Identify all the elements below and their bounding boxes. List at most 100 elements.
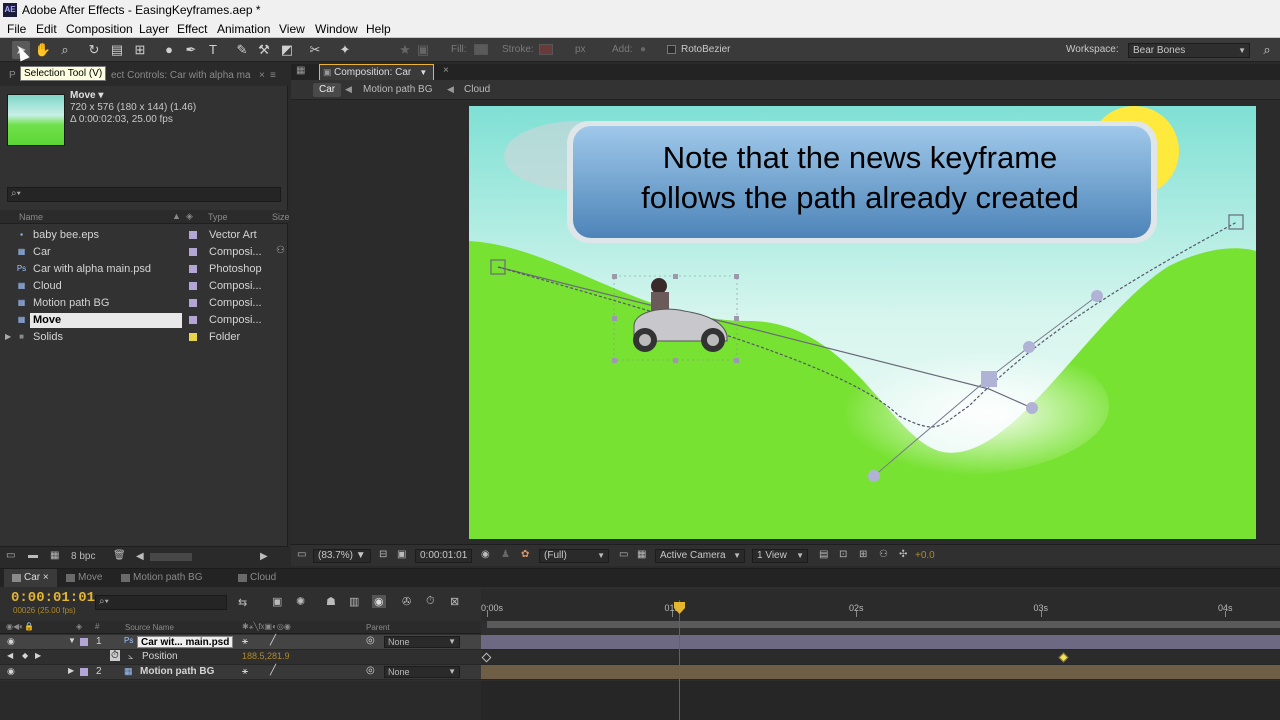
project-item[interactable]: Ps Car with alpha main.psd Photoshop (0, 261, 288, 278)
layer-label-color[interactable] (80, 668, 88, 676)
menu-edit[interactable]: Edit (36, 22, 57, 36)
layer-handle[interactable] (734, 274, 739, 279)
project-item-name[interactable]: Solids (30, 330, 182, 345)
chevron-right-icon[interactable]: ▶ (68, 666, 74, 675)
project-item[interactable]: ▶ ■ Solids Folder (0, 329, 288, 346)
project-item-name[interactable]: Cloud (30, 279, 182, 294)
breadcrumb-motion-path-bg[interactable]: Motion path BG (357, 83, 438, 97)
project-item[interactable]: ▦ Cloud Composi... (0, 278, 288, 295)
collapse-switch-icon[interactable]: ⚹ (242, 666, 248, 677)
show-snapshot-icon[interactable]: ♟ (501, 549, 510, 560)
pen-tool-icon[interactable]: ✒ (182, 41, 200, 59)
motion-blur-icon[interactable]: ◉ (372, 595, 386, 608)
panel-menu-icon[interactable]: ≡ (270, 70, 276, 81)
always-preview-icon[interactable]: ▭ (297, 549, 306, 560)
timeline-current-time[interactable]: 0:00:01:01 (11, 590, 95, 606)
label-color-swatch[interactable] (189, 265, 197, 273)
menu-window[interactable]: Window (315, 22, 358, 36)
panel-grip-icon[interactable]: ▦ (296, 65, 305, 76)
tab-timeline-car[interactable]: Car × (4, 569, 57, 587)
menu-layer[interactable]: Layer (139, 22, 169, 36)
tab-project[interactable]: P (9, 70, 16, 81)
project-item[interactable]: ▦ Motion path BG Composi... (0, 295, 288, 312)
workspace-select[interactable]: Bear Bones ▼ (1128, 43, 1250, 58)
parent-select[interactable]: None ▼ (384, 666, 460, 678)
chevron-down-icon[interactable]: ▼ (68, 636, 76, 645)
trash-icon[interactable]: 🗑 (113, 550, 126, 561)
chevron-down-icon[interactable]: ▼ (419, 66, 427, 79)
zoom-tool-icon[interactable]: ⌕ (56, 41, 74, 59)
ellipse-tool-icon[interactable]: ● (160, 41, 178, 59)
chevron-right-icon[interactable]: ▶ (5, 332, 11, 341)
project-item[interactable]: ▦ Car Composi... (0, 244, 288, 261)
layer-handle[interactable] (673, 358, 678, 363)
pan-behind-tool-icon[interactable]: ⊞ (131, 41, 149, 59)
property-row[interactable]: ◀ ◆ ▶ ⏱ ⦣ Position 188.5,281.9 (0, 650, 481, 665)
camera-view-select[interactable]: Active Camera ▼ (655, 549, 745, 563)
draft-3d-icon[interactable]: ✺ (296, 595, 305, 608)
label-color-swatch[interactable] (189, 316, 197, 324)
horizontal-scrollbar[interactable] (150, 553, 192, 561)
eye-icon[interactable]: ◉ (7, 666, 15, 677)
composition-canvas[interactable]: Note that the news keyframe follows the … (469, 106, 1256, 539)
menu-composition[interactable]: Composition (66, 22, 133, 36)
layer-label-color[interactable] (80, 638, 88, 646)
layer-handle[interactable] (734, 316, 739, 321)
brush-tool-icon[interactable]: ✎ (233, 41, 251, 59)
time-ruler[interactable]: 0:00s 01s 02s 03s 04s (481, 589, 1280, 621)
hand-tool-icon[interactable]: ✋ (34, 41, 52, 59)
layer-handle[interactable] (673, 274, 678, 279)
tab-timeline-motion-path-bg[interactable]: Motion path BG (113, 569, 210, 587)
tab-timeline-move[interactable]: Move (58, 569, 110, 587)
project-item-name[interactable]: Car (30, 245, 182, 260)
roto-brush-tool-icon[interactable]: ✂ (306, 41, 324, 59)
work-area-bar[interactable] (487, 621, 1280, 628)
layer-name[interactable]: Car wit... main.psd (137, 636, 234, 648)
keyframe-diamond[interactable] (1059, 652, 1069, 663)
exposure-value[interactable]: +0.0 (915, 550, 935, 561)
fill-swatch[interactable] (474, 44, 488, 55)
close-tab-icon[interactable]: × (259, 70, 265, 81)
camera-tool-icon[interactable]: ▤ (108, 41, 126, 59)
timeline-search-input[interactable]: ⌕▾ (95, 595, 227, 610)
puppet-tool-icon[interactable]: ✦ (336, 41, 354, 59)
collapse-switch-icon[interactable]: ⚹ (242, 636, 248, 647)
reset-exposure-icon[interactable]: ✣ (899, 549, 907, 560)
column-size[interactable]: Size (272, 212, 290, 222)
layer-handle[interactable] (612, 358, 617, 363)
stroke-swatch[interactable] (539, 44, 553, 55)
label-color-swatch[interactable] (189, 248, 197, 256)
timeline-icon[interactable]: ⊞ (859, 549, 867, 560)
rotobezier-checkbox[interactable] (667, 45, 676, 54)
prev-keyframe-icon[interactable]: ◀ (7, 651, 13, 660)
label-color-swatch[interactable] (189, 299, 197, 307)
region-of-interest-icon[interactable]: ▭ (619, 549, 628, 560)
new-folder-icon[interactable]: ▬ (28, 550, 38, 561)
fast-previews-icon[interactable]: ⊡ (839, 549, 847, 560)
menu-view[interactable]: View (279, 22, 305, 36)
auto-keyframe-icon[interactable]: ⏱ (426, 595, 435, 608)
search-help-icon[interactable]: ⌕ (1258, 41, 1276, 59)
eye-icon[interactable]: ◉ (7, 636, 15, 647)
current-time-indicator[interactable] (679, 600, 680, 720)
new-composition-icon[interactable]: ▦ (50, 550, 59, 561)
bezier-handle-point[interactable] (868, 470, 880, 482)
keyframe-diamond[interactable] (481, 652, 492, 663)
scroll-left-icon[interactable]: ◀ (136, 551, 144, 562)
pick-whip-icon[interactable]: ◎ (366, 665, 375, 676)
color-channel-icon[interactable]: ✿ (521, 549, 529, 560)
position-property-value[interactable]: 188.5,281.9 (242, 651, 290, 661)
shy-layers-icon[interactable]: ☗ (326, 595, 336, 608)
parent-column[interactable]: Parent (366, 623, 390, 632)
project-search-input[interactable]: ⌕▾ (7, 187, 281, 202)
label-tag-icon[interactable]: ◈ (186, 211, 193, 222)
clone-stamp-tool-icon[interactable]: ⚒ (255, 41, 273, 59)
layer-row[interactable]: ◉ ▶ 2 ▦ Motion path BG ⚹ ╱ ◎ None ▼ (0, 665, 481, 680)
live-update-icon[interactable]: ▣ (272, 595, 282, 608)
type-tool-icon[interactable]: T (204, 41, 222, 59)
view-layout-select[interactable]: 1 View ▼ (752, 549, 808, 563)
snapshot-icon[interactable]: ◉ (481, 549, 490, 560)
menu-file[interactable]: File (7, 22, 26, 36)
quality-switch-icon[interactable]: ╱ (270, 635, 276, 646)
layer-row[interactable]: ◉ ▼ 1 Ps Car wit... main.psd ⚹ ╱ ◎ None ▼ (0, 635, 481, 650)
